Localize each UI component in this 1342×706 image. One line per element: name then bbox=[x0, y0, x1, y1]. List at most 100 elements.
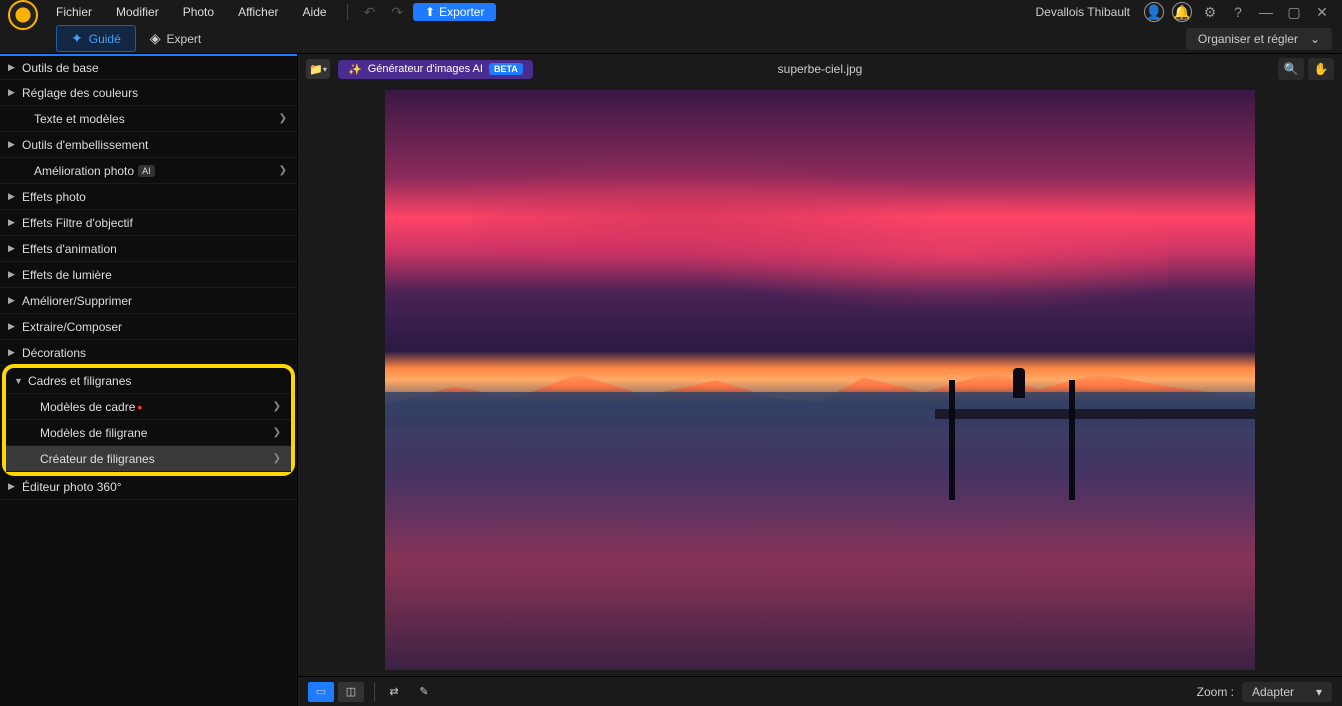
sidebar-sub-watermark-models[interactable]: Modèles de filigrane❯ bbox=[6, 420, 291, 446]
help-icon[interactable]: ? bbox=[1228, 2, 1248, 22]
mode-expert-label: Expert bbox=[167, 32, 202, 46]
arrow-icon: ▶ bbox=[8, 269, 15, 280]
layers-icon: ◈ bbox=[150, 30, 161, 47]
chevron-right-icon: ❯ bbox=[279, 165, 287, 176]
zoom-label: Zoom : bbox=[1197, 685, 1234, 699]
pan-tool-icon[interactable]: ✋ bbox=[1308, 58, 1334, 80]
highlight-box: ▼Cadres et filigranes Modèles de cadre•❯… bbox=[2, 364, 295, 476]
mode-guide-label: Guidé bbox=[89, 32, 121, 46]
ai-badge: AI bbox=[138, 165, 155, 177]
sidebar-label: Extraire/Composer bbox=[22, 320, 122, 334]
sidebar-sub-frame-models[interactable]: Modèles de cadre•❯ bbox=[6, 394, 291, 420]
user-name: Devallois Thibault bbox=[1036, 5, 1131, 19]
sidebar-label: Effets photo bbox=[22, 190, 86, 204]
sidebar-label: Texte et modèles bbox=[34, 112, 125, 126]
sidebar-item-beautify[interactable]: ▶ Outils d'embellissement bbox=[0, 132, 297, 158]
flip-icon[interactable]: ⇄ bbox=[381, 682, 407, 702]
arrow-icon: ▶ bbox=[8, 139, 15, 150]
view-single-icon[interactable]: ▭ bbox=[308, 682, 334, 702]
new-dot-icon: • bbox=[137, 399, 142, 415]
sidebar-label: Créateur de filigranes bbox=[40, 452, 155, 466]
user-icon[interactable]: 👤 bbox=[1144, 2, 1164, 22]
menu-edit[interactable]: Modifier bbox=[106, 5, 169, 19]
settings-icon[interactable]: ⚙ bbox=[1200, 2, 1220, 22]
close-icon[interactable]: ✕ bbox=[1312, 2, 1332, 22]
workspace-topbar: 📁▾ ✨ Générateur d'images AI BETA superbe… bbox=[298, 54, 1342, 84]
wand-icon: ✦ bbox=[71, 30, 83, 47]
export-button[interactable]: ⬆ Exporter bbox=[413, 3, 496, 21]
sidebar-item-basic-tools[interactable]: ▶ Outils de base bbox=[0, 54, 297, 80]
mode-bar: ✦ Guidé ◈ Expert Organiser et régler ⌄ bbox=[0, 24, 1342, 54]
separator bbox=[347, 4, 348, 20]
sidebar-item-color[interactable]: ▶ Réglage des couleurs bbox=[0, 80, 297, 106]
separator bbox=[374, 683, 375, 701]
sidebar-item-360[interactable]: ▶ Éditeur photo 360° bbox=[0, 474, 297, 500]
mode-guide[interactable]: ✦ Guidé bbox=[56, 25, 136, 52]
sidebar-label: Effets Filtre d'objectif bbox=[22, 216, 133, 230]
chevron-down-icon: ▾ bbox=[1316, 685, 1322, 699]
chevron-right-icon: ❯ bbox=[273, 453, 281, 464]
arrow-icon: ▶ bbox=[8, 243, 15, 254]
arrow-icon: ▶ bbox=[8, 191, 15, 202]
notification-icon[interactable]: 🔔 bbox=[1172, 2, 1192, 22]
bottombar: ▭ ◫ ⇄ ✎ Zoom : Adapter ▾ bbox=[298, 676, 1342, 706]
sidebar-item-light[interactable]: ▶Effets de lumière bbox=[0, 262, 297, 288]
sidebar-label: Amélioration photo bbox=[34, 164, 134, 178]
edit-icon[interactable]: ✎ bbox=[411, 682, 437, 702]
menu-view[interactable]: Afficher bbox=[228, 5, 288, 19]
sidebar-label: Améliorer/Supprimer bbox=[22, 294, 132, 308]
sidebar-label: Modèles de cadre bbox=[40, 400, 135, 414]
zoom-value: Adapter bbox=[1252, 685, 1294, 699]
minimize-icon[interactable]: — bbox=[1256, 2, 1276, 22]
menu-help[interactable]: Aide bbox=[293, 5, 337, 19]
sidebar-item-lens-effects[interactable]: ▶ Effets Filtre d'objectif bbox=[0, 210, 297, 236]
arrow-icon: ▶ bbox=[8, 347, 15, 358]
organize-dropdown[interactable]: Organiser et régler ⌄ bbox=[1186, 28, 1332, 50]
chevron-right-icon: ❯ bbox=[279, 113, 287, 124]
sidebar-item-frames[interactable]: ▼ Cadres et filigranes bbox=[6, 368, 291, 394]
arrow-icon: ▶ bbox=[8, 217, 15, 228]
zoom-tool-icon[interactable]: 🔍 bbox=[1278, 58, 1304, 80]
maximize-icon[interactable]: ▢ bbox=[1284, 2, 1304, 22]
mode-expert[interactable]: ◈ Expert bbox=[136, 26, 215, 51]
zoom-select[interactable]: Adapter ▾ bbox=[1242, 682, 1332, 702]
sidebar-item-improve[interactable]: ▶Améliorer/Supprimer bbox=[0, 288, 297, 314]
canvas-area[interactable] bbox=[298, 84, 1342, 676]
sidebar-label: Décorations bbox=[22, 346, 86, 360]
sidebar-item-animation[interactable]: ▶ Effets d'animation bbox=[0, 236, 297, 262]
arrow-icon: ▶ bbox=[8, 87, 15, 98]
sidebar-label: Outils d'embellissement bbox=[22, 138, 148, 152]
view-split-icon[interactable]: ◫ bbox=[338, 682, 364, 702]
redo-icon[interactable]: ↷ bbox=[385, 4, 409, 21]
arrow-icon: ▶ bbox=[8, 481, 15, 492]
arrow-icon: ▶ bbox=[8, 62, 15, 73]
sidebar-item-photo-effects[interactable]: ▶ Effets photo bbox=[0, 184, 297, 210]
sidebar-item-text[interactable]: Texte et modèles ❯ bbox=[0, 106, 297, 132]
image-preview bbox=[385, 90, 1255, 670]
sidebar-item-enhance[interactable]: Amélioration photo AI ❯ bbox=[0, 158, 297, 184]
menu-photo[interactable]: Photo bbox=[173, 5, 224, 19]
sidebar-sub-watermark-creator[interactable]: Créateur de filigranes ❯ bbox=[6, 446, 291, 472]
sidebar-label: Réglage des couleurs bbox=[22, 86, 138, 100]
sidebar-item-extract[interactable]: ▶ Extraire/Composer bbox=[0, 314, 297, 340]
export-icon: ⬆ bbox=[425, 5, 435, 19]
sidebar-label: Outils de base bbox=[22, 61, 99, 75]
arrow-down-icon: ▼ bbox=[14, 376, 23, 386]
menubar: Fichier Modifier Photo Afficher Aide ↶ ↷… bbox=[0, 0, 1342, 24]
folder-button[interactable]: 📁▾ bbox=[306, 59, 330, 79]
beta-badge: BETA bbox=[489, 63, 523, 75]
sidebar: ▶ Outils de base ▶ Réglage des couleurs Te… bbox=[0, 54, 298, 706]
workspace: 📁▾ ✨ Générateur d'images AI BETA superbe… bbox=[298, 54, 1342, 706]
undo-icon[interactable]: ↶ bbox=[358, 4, 382, 21]
generator-label: Générateur d'images AI bbox=[368, 63, 483, 75]
sidebar-label: Effets d'animation bbox=[22, 242, 117, 256]
ai-generator-button[interactable]: ✨ Générateur d'images AI BETA bbox=[338, 60, 533, 79]
sidebar-item-decorations[interactable]: ▶ Décorations bbox=[0, 340, 297, 366]
app-logo[interactable] bbox=[8, 0, 38, 30]
arrow-icon: ▶ bbox=[8, 321, 15, 332]
sparkle-icon: ✨ bbox=[348, 63, 362, 76]
sidebar-label: Éditeur photo 360° bbox=[22, 480, 122, 494]
sidebar-label: Cadres et filigranes bbox=[28, 374, 131, 388]
menu-file[interactable]: Fichier bbox=[46, 5, 102, 19]
sidebar-label: Modèles de filigrane bbox=[40, 426, 147, 440]
